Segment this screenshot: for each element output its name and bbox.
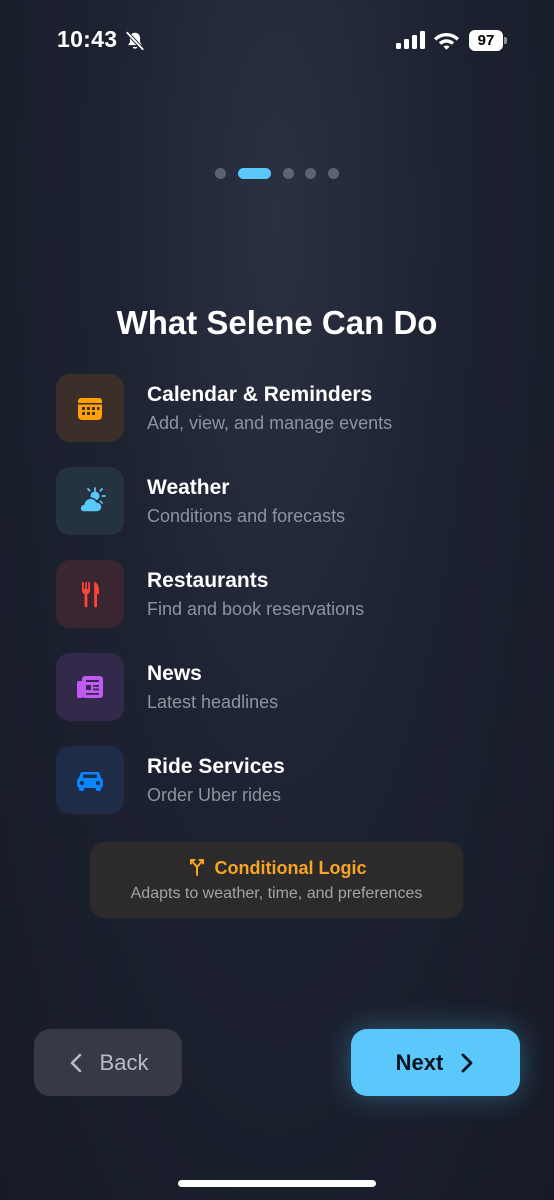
feature-icon-box	[56, 467, 124, 535]
feature-title: Calendar & Reminders	[147, 383, 373, 406]
chevron-left-icon	[70, 1053, 81, 1072]
page-dot-1	[215, 168, 226, 179]
feature-weather: Weather Conditions and forecasts	[56, 467, 496, 535]
feature-icon-box	[56, 374, 124, 442]
page-dot-3	[283, 168, 294, 179]
feature-calendar: Calendar & Reminders Add, view, and mana…	[56, 374, 496, 442]
page-dot-5	[328, 168, 339, 179]
page-indicator	[0, 167, 554, 179]
feature-subtitle: Conditions and forecasts	[147, 506, 346, 526]
feature-restaurants: Restaurants Find and book reservations	[56, 560, 496, 628]
status-time: 10:43	[57, 26, 118, 52]
next-button[interactable]: Next	[351, 1029, 520, 1096]
page-title: What Selene Can Do	[116, 304, 438, 341]
feature-title: Restaurants	[147, 569, 269, 592]
feature-subtitle: Add, view, and manage events	[147, 413, 393, 433]
feature-subtitle: Find and book reservations	[147, 599, 365, 619]
page-dot-4	[305, 168, 316, 179]
conditional-logic-subtitle: Adapts to weather, time, and preferences	[130, 885, 423, 902]
status-bar: 10:43 97	[0, 0, 554, 84]
battery-level: 97	[469, 30, 503, 51]
next-button-label: Next	[395, 1049, 444, 1075]
wifi-icon	[434, 33, 459, 50]
chevron-right-icon	[461, 1053, 473, 1072]
calendar-icon	[78, 398, 102, 420]
feature-title: Weather	[147, 476, 230, 499]
feature-title: Ride Services	[147, 755, 285, 778]
conditional-logic-title-row: Conditional Logic	[90, 857, 463, 879]
feature-subtitle: Order Uber rides	[147, 785, 282, 805]
cloud-sun-icon	[79, 487, 106, 513]
newspaper-icon	[77, 676, 103, 698]
bell-slash-icon	[125, 31, 145, 51]
conditional-logic-title: Conditional Logic	[214, 858, 367, 878]
feature-ride-services: Ride Services Order Uber rides	[56, 746, 496, 814]
conditional-logic-card: Conditional Logic Adapts to weather, tim…	[90, 842, 463, 918]
feature-icon-box	[56, 746, 124, 814]
feature-news: News Latest headlines	[56, 653, 496, 721]
battery-indicator: 97	[469, 30, 507, 51]
battery-tip	[504, 37, 507, 44]
cellular-signal-icon	[396, 31, 425, 49]
back-button-label: Back	[99, 1049, 149, 1075]
branch-icon	[189, 859, 204, 876]
home-indicator[interactable]	[178, 1180, 376, 1187]
car-icon	[77, 772, 103, 791]
page-dot-2-active	[238, 168, 271, 179]
back-button[interactable]: Back	[34, 1029, 182, 1096]
feature-subtitle: Latest headlines	[147, 692, 279, 712]
feature-icon-box	[56, 653, 124, 721]
feature-title: News	[147, 662, 202, 685]
fork-knife-icon	[82, 581, 99, 608]
feature-icon-box	[56, 560, 124, 628]
